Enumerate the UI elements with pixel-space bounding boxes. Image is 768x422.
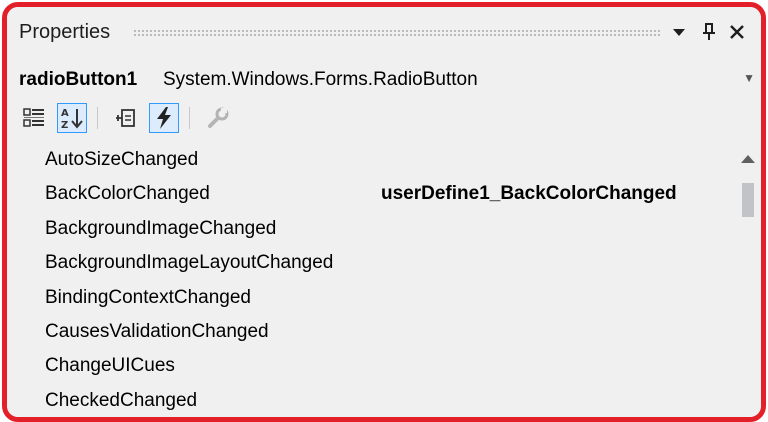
properties-icon: [116, 109, 135, 127]
title-bar[interactable]: Properties: [7, 7, 761, 59]
events-icon: [157, 107, 171, 129]
event-row[interactable]: BindingContextChanged: [7, 281, 735, 315]
property-pages-icon: [208, 107, 229, 128]
pin-icon: [703, 23, 715, 40]
triangle-up-icon: [741, 155, 755, 163]
categorized-button[interactable]: [19, 103, 49, 133]
event-name: BindingContextChanged: [45, 286, 251, 308]
event-name: CheckedChanged: [45, 389, 198, 411]
close-icon: [730, 25, 744, 39]
object-selector[interactable]: radioButton1 System.Windows.Forms.RadioB…: [7, 59, 761, 99]
event-name: CausesValidationChanged: [45, 320, 269, 342]
event-name: BackColorChanged: [45, 183, 210, 205]
event-handler[interactable]: userDefine1_BackColorChanged: [381, 183, 677, 205]
event-name: BackgroundImageChanged: [45, 217, 277, 239]
event-name: ChangeUICues: [45, 355, 175, 377]
object-type: System.Windows.Forms.RadioButton: [163, 69, 478, 90]
property-pages-button[interactable]: [203, 103, 233, 133]
scrollbar-thumb[interactable]: [742, 183, 754, 217]
close-button[interactable]: [725, 19, 749, 45]
title-grip[interactable]: [133, 29, 661, 37]
events-grid: AutoSizeChanged BackColorChanged userDef…: [7, 143, 735, 417]
object-name: radioButton1: [19, 69, 138, 90]
alphabetical-button[interactable]: A Z: [57, 103, 87, 133]
properties-toolbar: A Z: [7, 99, 761, 141]
event-name: AutoSizeChanged: [45, 149, 199, 170]
vertical-scrollbar[interactable]: [735, 143, 761, 417]
scroll-up-button[interactable]: [735, 149, 761, 169]
properties-button[interactable]: [111, 103, 141, 133]
dropdown-arrow-button[interactable]: [667, 19, 691, 45]
event-row[interactable]: AutoSizeChanged: [7, 143, 735, 177]
svg-text:A: A: [61, 108, 69, 119]
properties-panel: Properties radioButton1 System.Windows.F…: [7, 7, 761, 417]
chevron-down-icon[interactable]: ▼: [743, 71, 755, 85]
event-row[interactable]: BackColorChanged userDefine1_BackColorCh…: [7, 177, 735, 211]
alphabetical-icon: A Z: [61, 108, 83, 131]
svg-text:Z: Z: [61, 120, 68, 131]
categorized-icon: [23, 108, 44, 127]
event-name: BackgroundImageLayoutChanged: [45, 252, 334, 274]
event-row[interactable]: CausesValidationChanged: [7, 315, 735, 349]
window-title: Properties: [19, 21, 111, 43]
events-button[interactable]: [149, 103, 179, 133]
dropdown-icon: [673, 29, 685, 36]
event-row[interactable]: BackgroundImageLayoutChanged: [7, 246, 735, 280]
toolbar-separator: [189, 107, 190, 129]
event-row[interactable]: ChangeUICues: [7, 349, 735, 383]
event-row[interactable]: BackgroundImageChanged: [7, 212, 735, 246]
pin-button[interactable]: [697, 19, 721, 45]
properties-window-frame: Properties radioButton1 System.Windows.F…: [2, 2, 766, 422]
toolbar-separator: [97, 107, 98, 129]
event-row[interactable]: CheckedChanged: [7, 384, 735, 417]
